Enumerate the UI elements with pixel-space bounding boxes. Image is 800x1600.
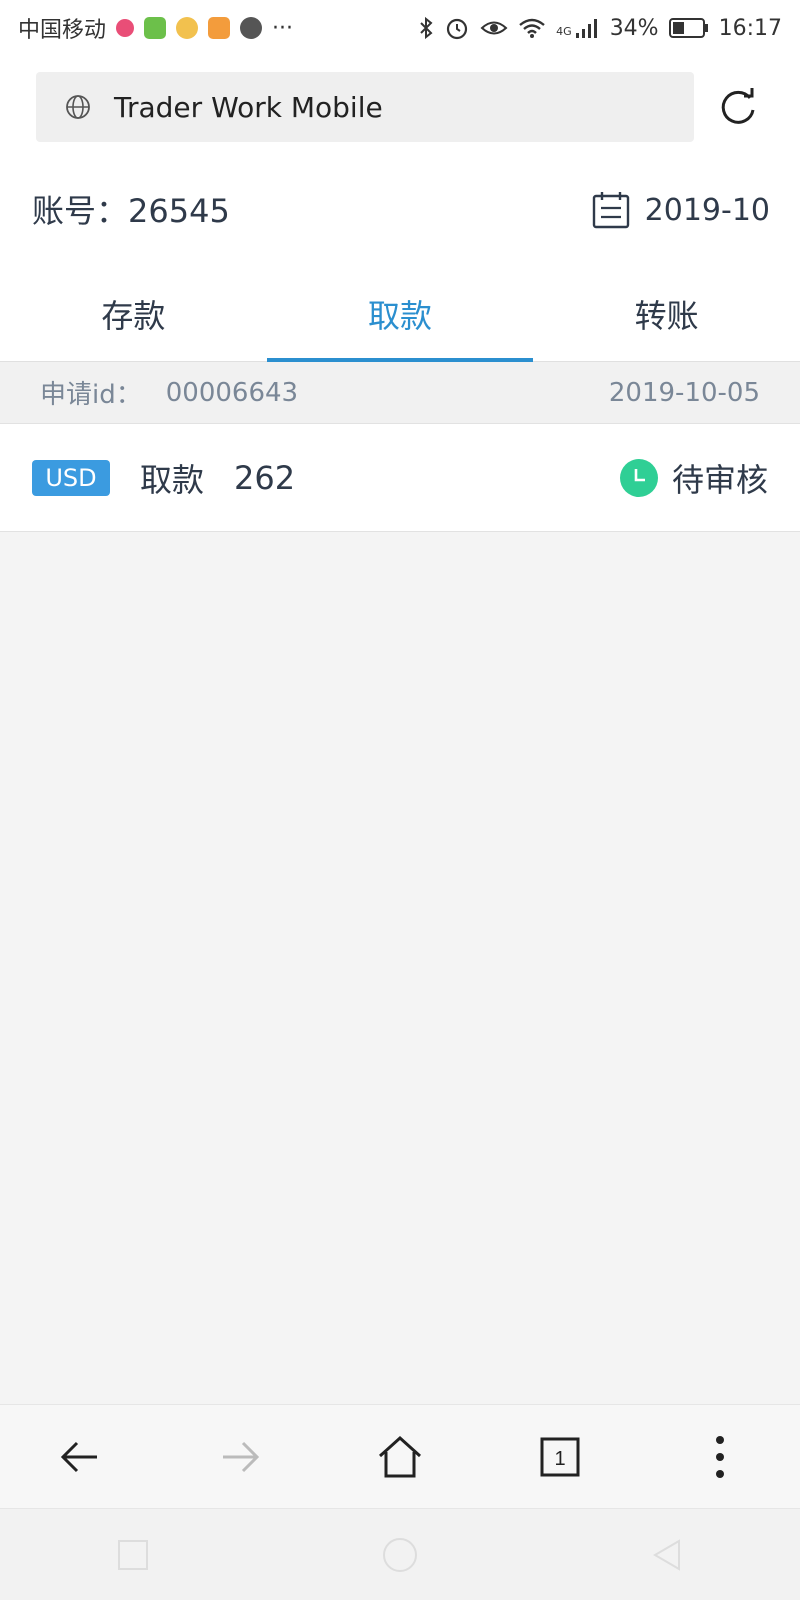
eye-icon	[480, 21, 508, 35]
record-type: 取款	[140, 460, 205, 499]
status-bar: 中国移动 ··· 4G 34% 16:17	[0, 0, 800, 56]
more-vertical-icon	[716, 1435, 724, 1478]
app-icon	[208, 17, 231, 39]
globe-icon	[66, 95, 90, 119]
account-label: 账号：	[32, 192, 129, 230]
audio-app-icon	[240, 17, 263, 39]
wifi-icon	[519, 18, 545, 38]
forward-arrow-icon	[223, 1441, 260, 1472]
selected-month: 2019-10	[644, 192, 770, 228]
record-amount: 262	[234, 458, 296, 497]
home-button[interactable]	[360, 1417, 440, 1497]
home-icon	[378, 1435, 422, 1477]
system-nav-bar	[0, 1508, 800, 1600]
tabs-button[interactable]: 1	[520, 1417, 600, 1497]
browser-bottom-nav: 1	[0, 1404, 800, 1508]
request-date: 2019-10-05	[608, 377, 760, 408]
battery-icon	[668, 18, 708, 38]
tab-deposit[interactable]: 存款	[0, 266, 267, 361]
address-bar[interactable]: Trader Work Mobile	[36, 72, 694, 142]
currency-badge: USD	[32, 459, 110, 496]
record-row[interactable]: USD 取款 262 待审核	[0, 424, 800, 532]
more-notifications: ···	[272, 15, 293, 41]
browser-header: Trader Work Mobile	[0, 56, 800, 156]
bluetooth-icon	[420, 16, 433, 40]
back-button[interactable]	[40, 1417, 120, 1497]
alarm-icon	[447, 18, 468, 40]
tabs-icon: 1	[540, 1437, 580, 1476]
menu-button[interactable]	[680, 1417, 760, 1497]
calendar-icon	[592, 192, 629, 229]
tab-count: 1	[554, 1448, 565, 1470]
reload-icon[interactable]	[714, 84, 762, 132]
network-type: 4G	[556, 25, 572, 38]
account-info: 账号：26545	[32, 186, 230, 232]
signal-icon	[575, 19, 597, 38]
recent-apps-icon[interactable]	[115, 1537, 151, 1573]
tab-withdraw[interactable]: 取款	[266, 266, 534, 362]
status-left: 中国移动 ···	[18, 12, 293, 44]
request-id-value: 00006643	[165, 377, 299, 408]
video-app-icon	[144, 17, 167, 39]
weibo-icon	[176, 17, 199, 39]
system-home-icon[interactable]	[380, 1535, 420, 1575]
carrier-label: 中国移动	[18, 18, 107, 43]
status-label: 待审核	[671, 460, 768, 499]
system-back-icon[interactable]	[649, 1537, 685, 1573]
forward-button[interactable]	[200, 1417, 280, 1497]
account-number: 26545	[128, 192, 230, 230]
account-row: 账号：26545 2019-10	[0, 156, 800, 266]
battery-percent: 34%	[609, 15, 659, 41]
page: 中国移动 ··· 4G 34% 16:17 Trader Work Mobile	[0, 0, 800, 1600]
back-arrow-icon	[60, 1441, 97, 1472]
request-id-label: 申请id：	[40, 380, 142, 410]
tab-transfer[interactable]: 转账	[533, 266, 800, 361]
clock-time: 16:17	[718, 15, 782, 41]
record-header: 申请id： 00006643 2019-10-05	[0, 362, 800, 424]
status-right: 4G 34% 16:17	[418, 15, 782, 41]
transaction-tabs: 存款 取款 转账	[0, 266, 800, 362]
record-status: 待审核	[619, 455, 768, 501]
address-text: Trader Work Mobile	[114, 90, 383, 124]
clock-icon	[619, 458, 658, 497]
app-notification-icon	[116, 19, 135, 37]
month-picker[interactable]: 2019-10	[591, 190, 770, 230]
